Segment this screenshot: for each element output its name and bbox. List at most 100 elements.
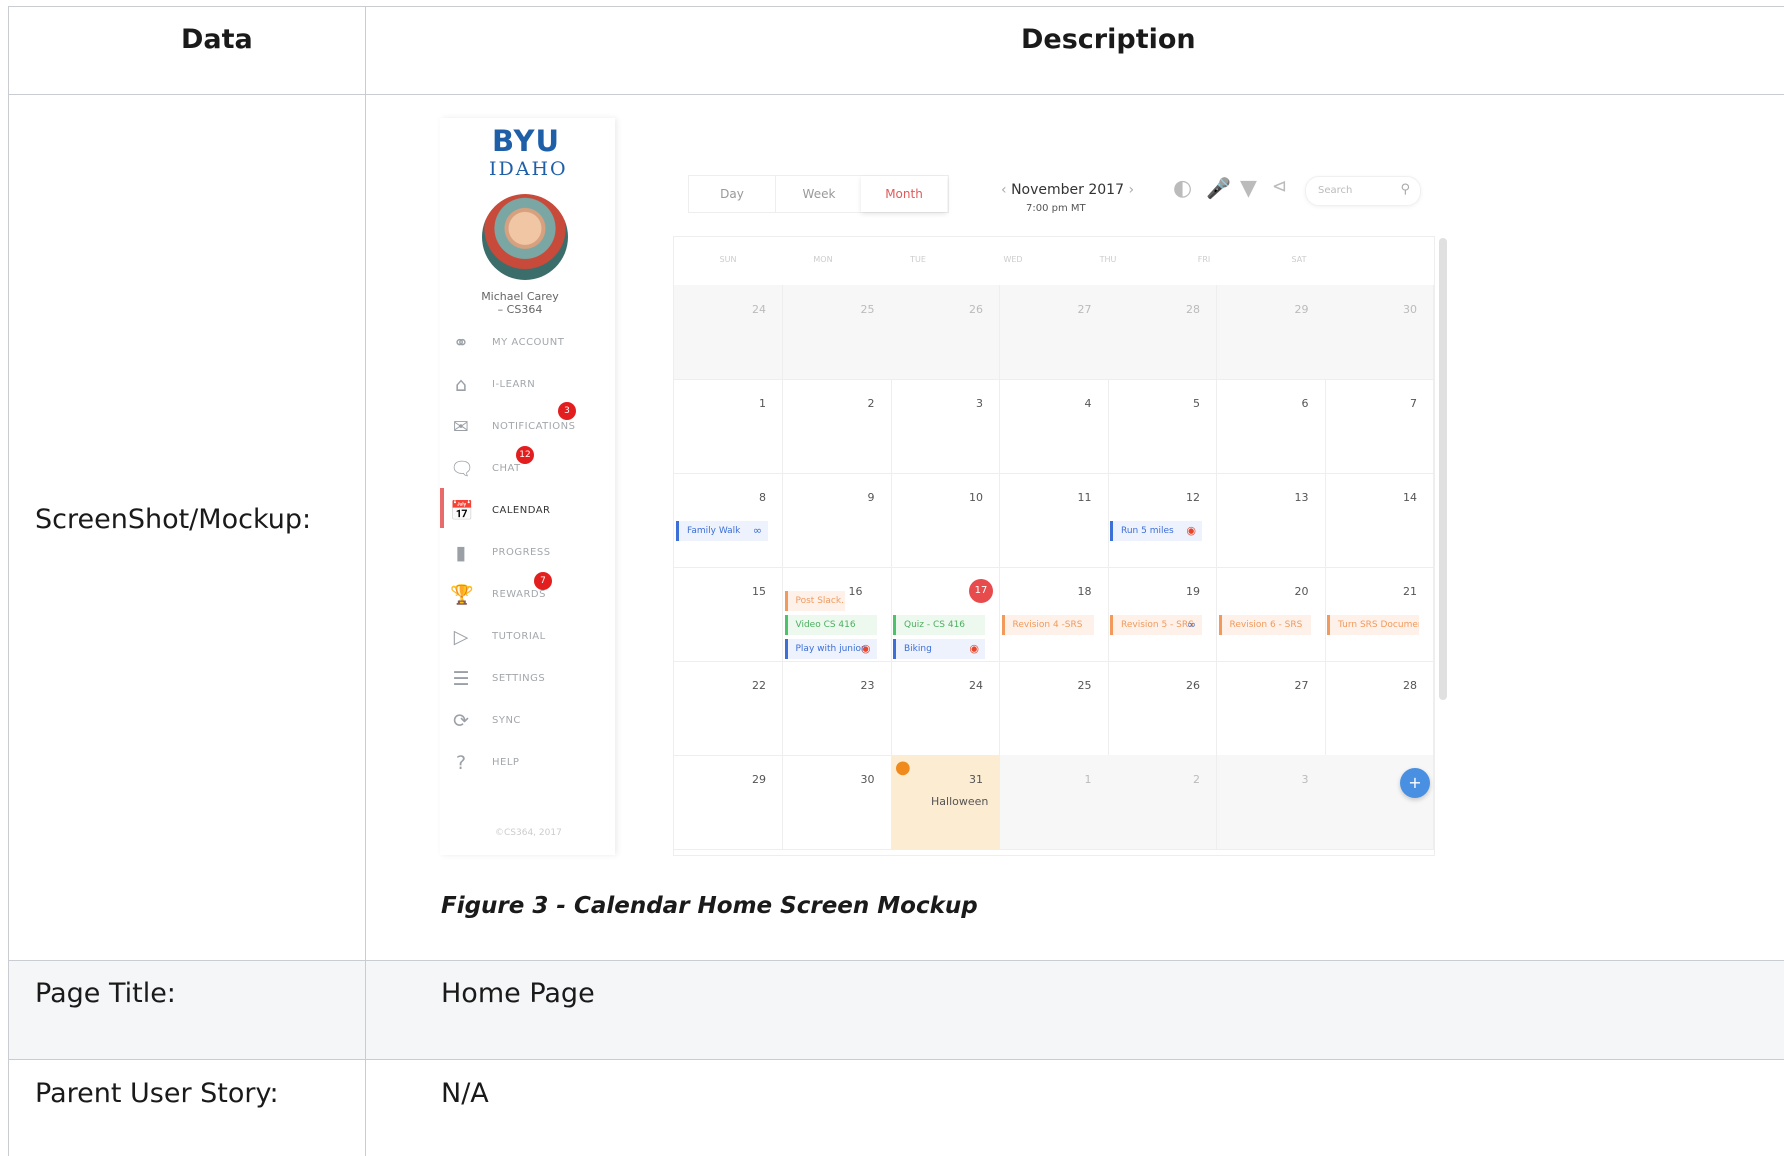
day-cell[interactable]: 30 — [1325, 285, 1434, 380]
day-cell[interactable]: 26 — [1108, 661, 1217, 756]
table-column-divider-2 — [365, 960, 366, 1156]
day-cell[interactable]: 14 — [1325, 473, 1434, 568]
event-title: Post Slack... — [795, 596, 845, 606]
scrollbar[interactable] — [1439, 238, 1447, 700]
day-cell[interactable]: 28 — [1325, 661, 1434, 756]
day-cell[interactable]: 2 — [782, 379, 892, 474]
calendar-event[interactable]: Play with junior ◉ — [784, 639, 877, 659]
nav-label: REWARDS — [492, 589, 546, 600]
day-cell[interactable]: 10 — [891, 473, 1000, 568]
day-cell[interactable]: 9 — [782, 473, 892, 568]
day-cell[interactable]: 26 — [891, 285, 1000, 380]
user-course: – CS364 — [497, 303, 543, 316]
day-cell[interactable]: 3 — [891, 379, 1000, 474]
copyright: ©CS364, 2017 — [495, 828, 562, 838]
nav-label: SYNC — [492, 715, 521, 726]
filter-icon[interactable]: ▼ — [1240, 176, 1257, 201]
trophy-icon: 🏆 — [450, 584, 474, 606]
user-name-text: Michael Carey — [481, 290, 559, 303]
calendar-event[interactable]: Run 5 miles ◉ — [1110, 521, 1202, 541]
day-cell[interactable]: 27 — [999, 285, 1109, 380]
nav-chat[interactable]: 🗨 CHAT 12 — [446, 446, 616, 486]
day-cell[interactable]: 25 — [999, 661, 1109, 756]
nav-label: MY ACCOUNT — [492, 337, 565, 348]
calendar-event[interactable]: Post Slack... — [784, 591, 845, 611]
day-cell[interactable]: 29 — [674, 755, 783, 850]
nav-my-account[interactable]: ⚭ MY ACCOUNT — [446, 330, 616, 360]
table-row-divider — [8, 1059, 1784, 1060]
view-week-button[interactable]: Week — [775, 176, 862, 212]
calendar-event[interactable]: Family Walk ∞ — [676, 521, 768, 541]
day-cell[interactable]: 2 — [1108, 755, 1217, 850]
nav-notifications[interactable]: ✉ NOTIFICATIONS 3 — [446, 402, 616, 444]
next-month-icon[interactable]: › — [1128, 182, 1134, 198]
add-event-button[interactable]: + — [1400, 768, 1430, 798]
day-cell[interactable]: 4 — [999, 379, 1109, 474]
day-number: 2 — [867, 397, 875, 410]
nav-calendar[interactable]: 📅 CALENDAR — [446, 498, 616, 528]
sidebar: BYU IDAHO Michael Carey – CS364 ⚭ MY ACC… — [440, 118, 615, 855]
theme-toggle-icon[interactable]: ◐ — [1173, 176, 1192, 201]
nav-settings[interactable]: ☰ SETTINGS — [446, 666, 616, 696]
home-icon: ⌂ — [454, 374, 468, 396]
current-time: 7:00 pm MT — [1026, 203, 1086, 214]
link-icon: ∞ — [752, 524, 762, 537]
day-cell[interactable]: 24 — [674, 285, 783, 380]
day-cell[interactable]: 3 — [1216, 755, 1326, 850]
calendar-event[interactable]: Video CS 416 — [784, 615, 877, 635]
share-icon[interactable]: ⊲ — [1272, 176, 1287, 197]
day-cell[interactable]: 5 — [1108, 379, 1217, 474]
view-day-button[interactable]: Day — [689, 176, 775, 212]
nav-help[interactable]: ? HELP — [446, 750, 616, 780]
halloween-label: Halloween — [931, 795, 989, 808]
prev-month-icon[interactable]: ‹ — [1001, 182, 1007, 198]
nav-rewards[interactable]: 🏆 REWARDS 7 — [446, 572, 616, 612]
chat-badge: 12 — [516, 446, 534, 464]
search-input[interactable]: Search ⚲ — [1305, 176, 1421, 206]
day-cell[interactable]: 29 — [1216, 285, 1326, 380]
day-cell[interactable]: 28 — [1108, 285, 1217, 380]
view-month-button[interactable]: Month — [861, 176, 947, 212]
day-cell[interactable]: 23 — [782, 661, 892, 756]
nav-tutorial[interactable]: ▷ TUTORIAL — [446, 624, 616, 654]
day-cell[interactable]: 6 — [1216, 379, 1326, 474]
nav-label: I-LEARN — [492, 379, 536, 390]
table-header-divider — [8, 94, 1784, 95]
day-number: 25 — [860, 303, 875, 316]
day-cell[interactable]: 30 — [782, 755, 892, 850]
day-number: 9 — [867, 491, 875, 504]
nav-label: SETTINGS — [492, 673, 546, 684]
nav-i-learn[interactable]: ⌂ I-LEARN — [446, 372, 616, 402]
mail-icon: ✉ — [453, 416, 469, 438]
day-number: 27 — [1294, 679, 1309, 692]
calendar-event[interactable]: Turn SRS Document — [1327, 615, 1419, 635]
day-cell[interactable]: 1 — [674, 379, 783, 474]
calendar-event[interactable]: Biking ◉ — [893, 639, 985, 659]
calendar-event[interactable]: Revision 4 -SRS — [1001, 615, 1094, 635]
microphone-icon[interactable]: 🎤 — [1206, 176, 1231, 200]
day-cell[interactable]: 7 — [1325, 379, 1434, 474]
day-number: 7 — [1410, 397, 1417, 410]
day-cell[interactable]: 24 — [891, 661, 1000, 756]
calendar-event[interactable]: Revision 5 - SRS ∞ — [1110, 615, 1202, 635]
day-cell[interactable]: 27 — [1216, 661, 1326, 756]
day-cell[interactable]: 15 — [674, 567, 783, 662]
day-number: 6 — [1301, 397, 1309, 410]
location-pin-icon: ◉ — [1186, 524, 1196, 537]
day-number: 19 — [1186, 585, 1200, 598]
nav-sync[interactable]: ⟳ SYNC — [446, 708, 616, 738]
nav-progress[interactable]: ▮ PROGRESS — [446, 540, 616, 570]
day-cell[interactable]: 25 — [782, 285, 892, 380]
day-cell[interactable]: 31 Halloween ● — [891, 755, 1000, 850]
day-cell[interactable]: 22 — [674, 661, 783, 756]
sliders-icon: ☰ — [452, 668, 470, 690]
event-title: Revision 5 - SRS — [1121, 620, 1194, 630]
location-pin-icon: ◉ — [969, 642, 979, 655]
day-cell[interactable]: 11 — [999, 473, 1109, 568]
calendar-event[interactable]: Quiz - CS 416 — [893, 615, 985, 635]
day-cell[interactable]: 1 — [999, 755, 1109, 850]
calendar-event[interactable]: Revision 6 - SRS — [1218, 615, 1311, 635]
day-cell[interactable]: 13 — [1216, 473, 1326, 568]
avatar[interactable] — [482, 194, 568, 280]
day-number: 12 — [1186, 491, 1200, 504]
